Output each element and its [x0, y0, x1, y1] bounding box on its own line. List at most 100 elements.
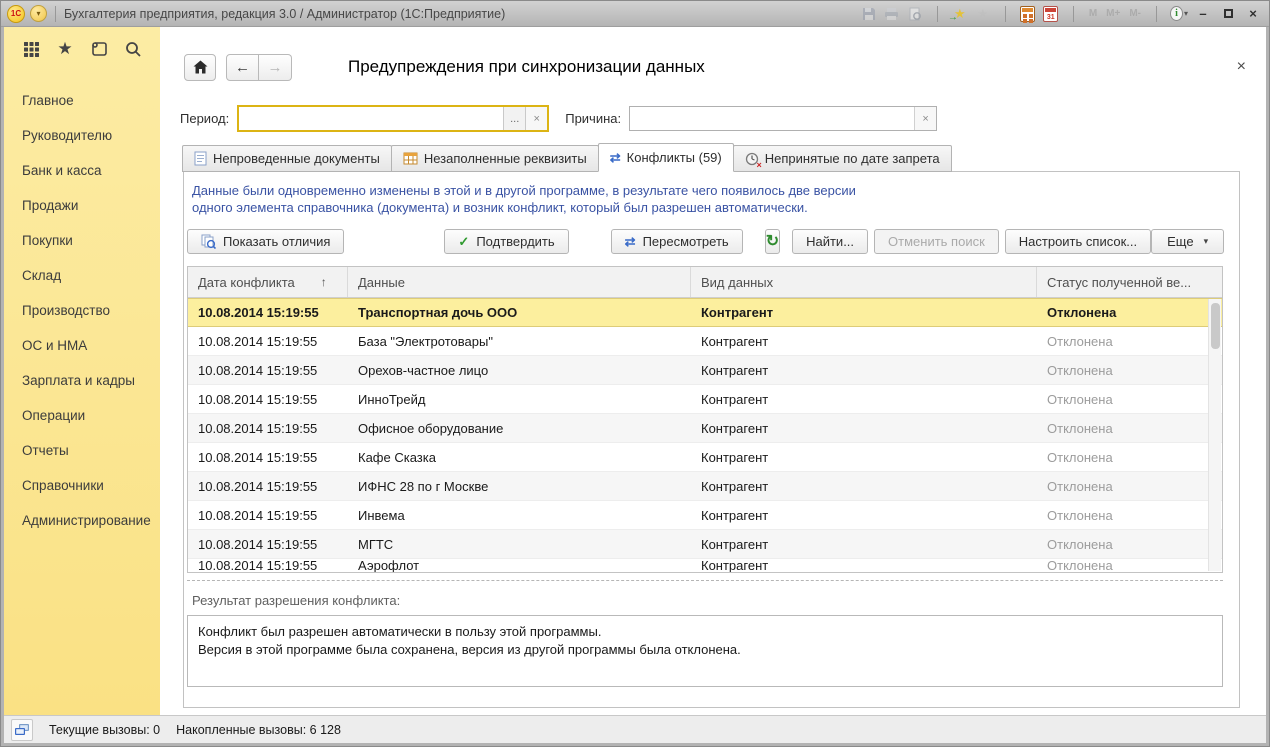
table-row[interactable]: 10.08.2014 15:19:55ИнноТрейдКонтрагентОт…	[188, 385, 1222, 414]
sidebar-item[interactable]: Покупки	[4, 223, 160, 258]
forward-button[interactable]: →	[259, 54, 292, 81]
conflict-info-text: Данные были одновременно изменены в этой…	[187, 182, 1223, 216]
cell-date: 10.08.2014 15:19:55	[188, 472, 348, 500]
table-row[interactable]: 10.08.2014 15:19:55Офисное оборудованиеК…	[188, 414, 1222, 443]
cell-date: 10.08.2014 15:19:55	[188, 443, 348, 471]
tab-unposted-documents[interactable]: Непроведенные документы	[182, 145, 392, 172]
info-button[interactable]: i ▾	[1170, 5, 1188, 23]
sidebar-item[interactable]: Справочники	[4, 468, 160, 503]
review-button[interactable]: ⇄ Пересмотреть	[611, 229, 743, 254]
show-differences-button[interactable]: Показать отличия	[187, 229, 344, 254]
minimize-button[interactable]: –	[1193, 6, 1213, 21]
table-row[interactable]: 10.08.2014 15:19:55МГТСКонтрагентОтклоне…	[188, 530, 1222, 559]
sidebar-item[interactable]: Банк и касса	[4, 153, 160, 188]
table-row[interactable]: 10.08.2014 15:19:55Кафе СказкаКонтрагент…	[188, 443, 1222, 472]
tab-label: Конфликты (59)	[627, 150, 722, 165]
cell-data: Кафе Сказка	[348, 443, 691, 471]
cell-kind: Контрагент	[691, 559, 1037, 572]
sidebar-item[interactable]: Операции	[4, 398, 160, 433]
table-header: Дата конфликта ↑ Данные Вид данных Стату…	[188, 267, 1222, 298]
back-button[interactable]: ←	[226, 54, 259, 81]
calendar-icon[interactable]: 31	[1042, 5, 1060, 23]
cell-date: 10.08.2014 15:19:55	[188, 327, 348, 355]
splitter[interactable]	[187, 580, 1223, 581]
cell-status: Отклонена	[1037, 414, 1222, 442]
divider	[1156, 6, 1157, 22]
cell-date: 10.08.2014 15:19:55	[188, 501, 348, 529]
tab-unfilled-attributes[interactable]: Незаполненные реквизиты	[391, 145, 599, 172]
tab-conflicts[interactable]: ⇄ Конфликты (59)	[598, 143, 734, 172]
column-header-data[interactable]: Данные	[348, 267, 691, 297]
main-menu-button[interactable]: ▾	[30, 5, 47, 22]
configure-list-button[interactable]: Настроить список...	[1005, 229, 1151, 254]
calculator-icon[interactable]	[1019, 5, 1037, 23]
favorites-star-icon[interactable]: ★	[54, 38, 76, 60]
chevron-down-icon: ▾	[1184, 9, 1188, 18]
refresh-button[interactable]: ↻	[765, 229, 780, 254]
sidebar-item[interactable]: Производство	[4, 293, 160, 328]
search-icon[interactable]	[122, 38, 144, 60]
column-header-kind[interactable]: Вид данных	[691, 267, 1037, 297]
sidebar-item[interactable]: Администрирование	[4, 503, 160, 538]
cell-status: Отклонена	[1037, 299, 1222, 326]
more-button[interactable]: Еще ▾	[1151, 229, 1224, 254]
toolbar: Показать отличия ✓ Подтвердить ⇄ Пересмо…	[187, 229, 1223, 254]
close-form-button[interactable]: ×	[1237, 59, 1246, 75]
cell-date: 10.08.2014 15:19:55	[188, 559, 348, 572]
table-row[interactable]: 10.08.2014 15:19:55ИФНС 28 по г МосквеКо…	[188, 472, 1222, 501]
print-preview-icon	[906, 5, 924, 23]
column-header-status[interactable]: Статус полученной ве...	[1037, 267, 1222, 297]
cell-kind: Контрагент	[691, 385, 1037, 413]
back-arrow-icon: ←	[235, 59, 250, 76]
print-icon	[883, 5, 901, 23]
cell-status: Отклонена	[1037, 385, 1222, 413]
cell-data: ИФНС 28 по г Москве	[348, 472, 691, 500]
period-input[interactable]	[239, 107, 503, 130]
sidebar-item[interactable]: ОС и НМА	[4, 328, 160, 363]
confirm-button[interactable]: ✓ Подтвердить	[444, 229, 568, 254]
sidebar-item[interactable]: Зарплата и кадры	[4, 363, 160, 398]
table-scrollbar[interactable]	[1208, 299, 1221, 571]
table-row[interactable]: 10.08.2014 15:19:55ИнвемаКонтрагентОткло…	[188, 501, 1222, 530]
maximize-button[interactable]	[1218, 6, 1238, 21]
find-button[interactable]: Найти...	[792, 229, 868, 254]
cell-data: ИнноТрейд	[348, 385, 691, 413]
home-button[interactable]	[184, 54, 216, 81]
reason-clear-button[interactable]: ×	[914, 107, 936, 130]
cell-kind: Контрагент	[691, 414, 1037, 442]
add-favorite-icon[interactable]: ★ →	[951, 5, 969, 23]
table-row[interactable]: 10.08.2014 15:19:55Транспортная дочь ООО…	[188, 298, 1222, 327]
period-picker-button[interactable]: ...	[503, 107, 525, 130]
sidebar-item[interactable]: Склад	[4, 258, 160, 293]
table-row[interactable]: 10.08.2014 15:19:55База "Электротовары"К…	[188, 327, 1222, 356]
table-row[interactable]: 10.08.2014 15:19:55АэрофлотКонтрагентОтк…	[188, 559, 1222, 572]
tab-label: Непроведенные документы	[213, 151, 380, 166]
clock-blocked-icon: ×	[745, 152, 759, 166]
period-clear-button[interactable]: ×	[525, 107, 547, 130]
cell-status: Отклонена	[1037, 472, 1222, 500]
scrollbar-thumb[interactable]	[1211, 303, 1220, 349]
server-calls-button[interactable]	[11, 719, 33, 741]
sections-grid-icon[interactable]	[20, 38, 42, 60]
sidebar-item[interactable]: Продажи	[4, 188, 160, 223]
close-window-button[interactable]: ×	[1243, 6, 1263, 21]
cell-status: Отклонена	[1037, 501, 1222, 529]
history-icon[interactable]	[88, 38, 110, 60]
reason-input[interactable]	[630, 107, 914, 130]
divider	[55, 6, 56, 22]
statusbar: Текущие вызовы: 0 Накопленные вызовы: 6 …	[4, 715, 1266, 743]
favorites-icon: ★	[974, 5, 992, 23]
sidebar-item[interactable]: Отчеты	[4, 433, 160, 468]
chevron-down-icon: ▾	[36, 9, 40, 18]
sidebar-menu: ГлавноеРуководителюБанк и кассаПродажиПо…	[4, 71, 160, 538]
sidebar-item[interactable]: Руководителю	[4, 118, 160, 153]
column-header-date[interactable]: Дата конфликта ↑	[188, 267, 348, 297]
sync-icon: ⇄	[625, 234, 636, 250]
cell-data: Орехов-частное лицо	[348, 356, 691, 384]
table-row[interactable]: 10.08.2014 15:19:55Орехов-частное лицоКо…	[188, 356, 1222, 385]
monitors-icon	[14, 723, 30, 737]
tab-rejected-by-date[interactable]: × Непринятые по дате запрета	[733, 145, 952, 172]
sidebar-item[interactable]: Главное	[4, 83, 160, 118]
window-title: Бухгалтерия предприятия, редакция 3.0 / …	[64, 7, 505, 21]
cell-data: База "Электротовары"	[348, 327, 691, 355]
